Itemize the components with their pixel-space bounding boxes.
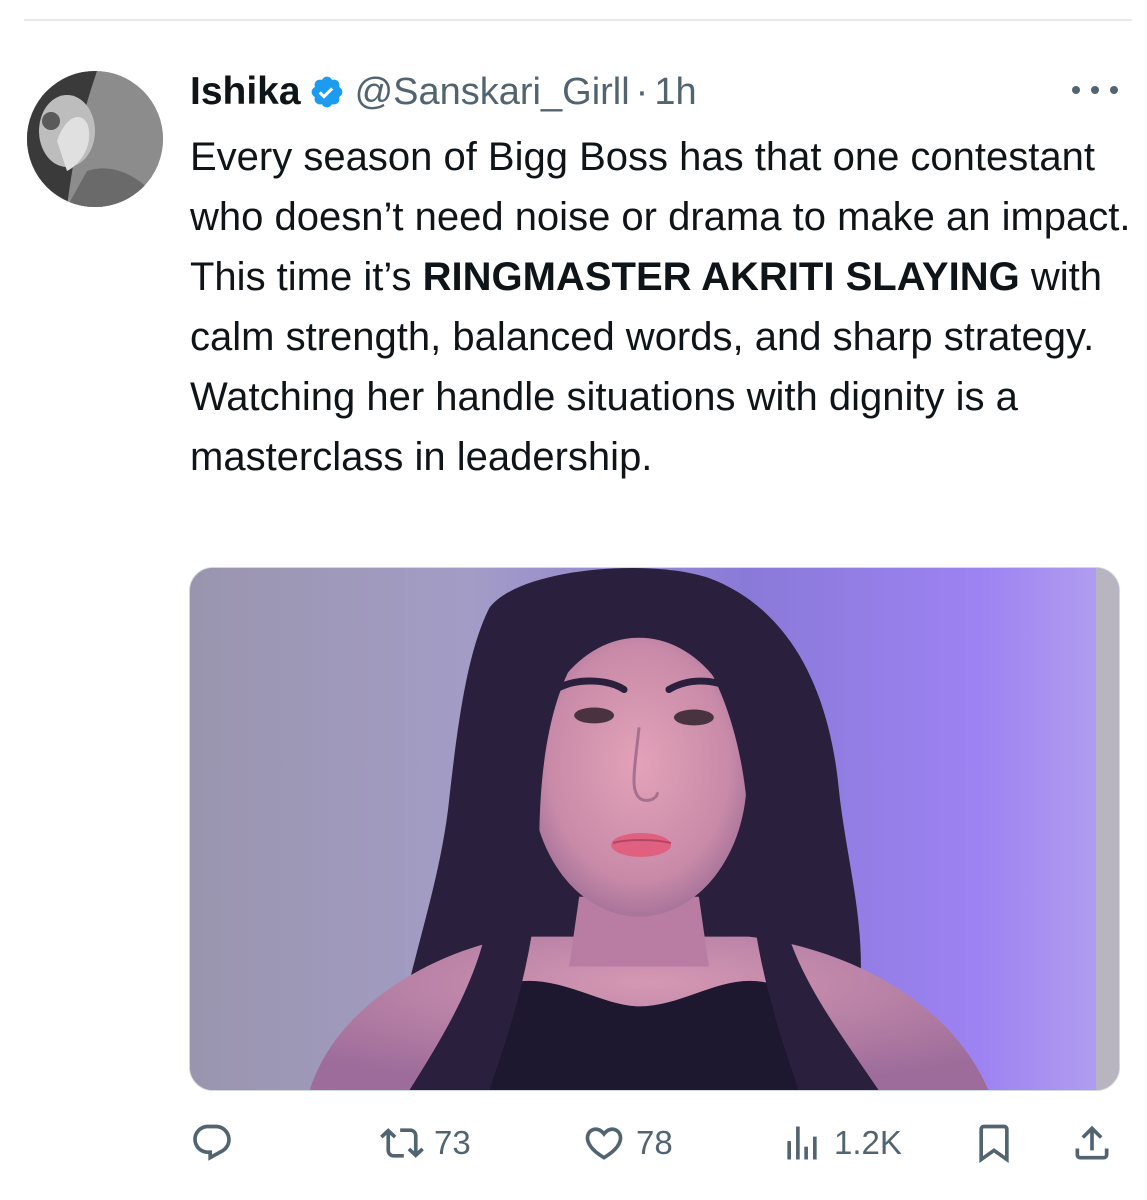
bookmark-icon [972,1121,1016,1165]
avatar[interactable] [27,71,163,207]
retweet-count: 73 [434,1124,471,1161]
avatar-image [27,71,163,207]
tweet-header: Ishika @Sanskari_Girll · 1h [190,66,697,118]
retweet-button[interactable]: 73 [380,1115,471,1171]
more-dot [1110,86,1118,94]
views-chart-icon [780,1121,824,1165]
reply-icon [190,1121,234,1165]
verified-badge-icon [309,74,345,110]
like-button[interactable]: 78 [582,1115,673,1171]
top-divider [24,19,1132,21]
reply-button[interactable] [190,1115,234,1171]
share-button[interactable] [1070,1115,1114,1171]
timestamp[interactable]: 1h [654,71,696,114]
more-dot [1091,86,1099,94]
share-icon [1070,1121,1114,1165]
tweet-text: Every season of Bigg Boss has that one c… [190,127,1135,487]
user-handle[interactable]: @Sanskari_Girll [355,71,630,114]
bookmark-button[interactable] [972,1115,1016,1171]
views-button[interactable]: 1.2K [780,1115,902,1171]
heart-icon [582,1121,626,1165]
more-options-button[interactable] [1072,80,1118,100]
display-name[interactable]: Ishika [190,70,301,114]
separator-dot: · [635,70,649,113]
more-horizontal-icon [1072,86,1080,94]
tweet-actions: 73 78 1.2K [190,1115,1120,1171]
photo-woman-portrait [190,568,1119,1090]
tweet-photo[interactable] [189,567,1120,1091]
views-count: 1.2K [834,1124,902,1161]
like-count: 78 [636,1124,673,1161]
retweet-icon [380,1121,424,1165]
tweet-text-bold: RINGMASTER AKRITI SLAYING [422,255,1020,299]
